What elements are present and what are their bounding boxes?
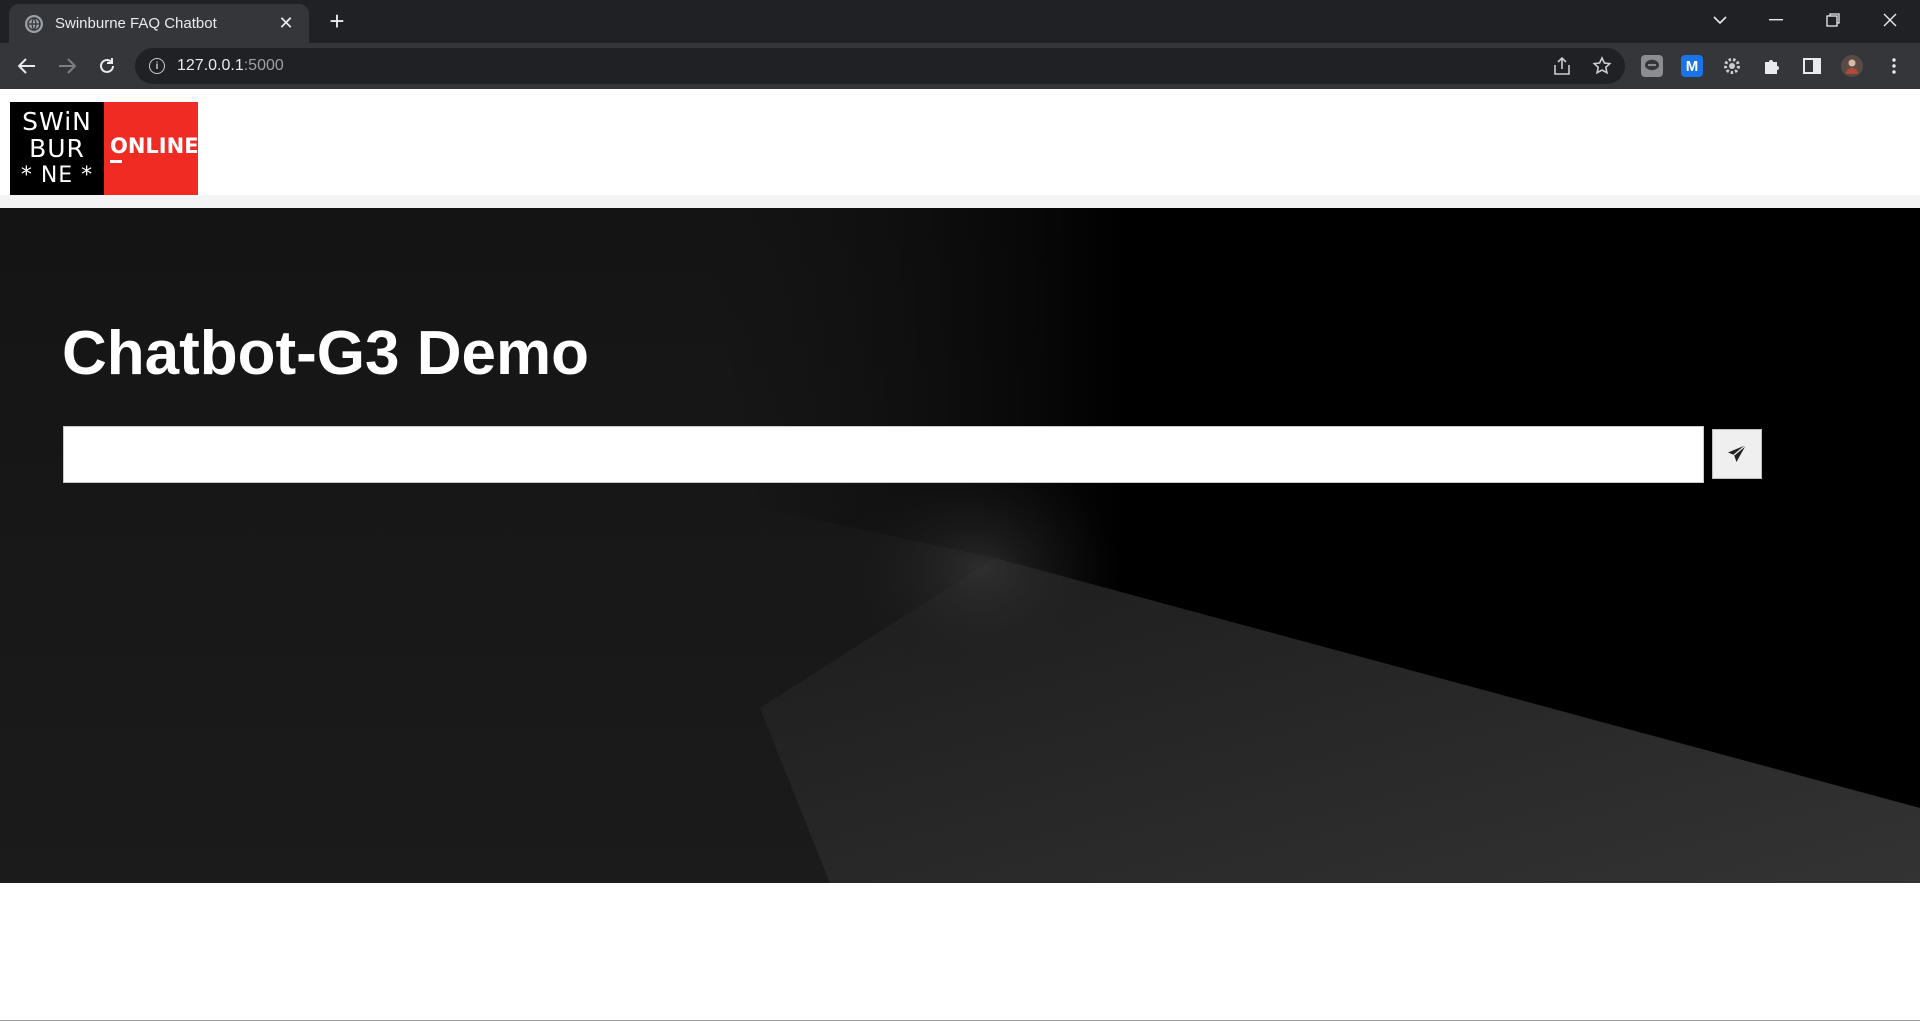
browser-menu-icon[interactable] xyxy=(1883,55,1905,77)
close-window-icon[interactable] xyxy=(1862,0,1918,40)
line-chat-icon[interactable] xyxy=(1641,55,1663,77)
site-header: SWiN BUR * NE * ONLINE xyxy=(0,89,1920,195)
paper-plane-icon xyxy=(1728,444,1747,462)
forward-icon[interactable] xyxy=(51,50,83,82)
avatar[interactable] xyxy=(1841,55,1863,77)
bookmark-star-icon[interactable] xyxy=(1591,55,1613,77)
browser-tab[interactable]: Swinburne FAQ Chatbot ✕ xyxy=(9,4,309,43)
swinburne-online-logo[interactable]: SWiN BUR * NE * ONLINE xyxy=(10,102,199,195)
hero-section: Chatbot-G3 Demo xyxy=(0,208,1920,883)
tab-title: Swinburne FAQ Chatbot xyxy=(55,15,217,32)
url-host: 127.0.0.1 xyxy=(177,57,244,74)
m-extension-icon[interactable]: M xyxy=(1681,55,1703,77)
browser-toolbar: i 127.0.0.1 :5000 M xyxy=(0,43,1920,89)
hero-background xyxy=(700,208,1920,883)
new-tab-button[interactable]: + xyxy=(323,8,351,36)
globe-icon xyxy=(25,14,43,33)
restore-icon[interactable] xyxy=(1805,0,1861,40)
tab-search-icon[interactable] xyxy=(1692,0,1748,40)
url-port: :5000 xyxy=(243,57,284,74)
send-button[interactable] xyxy=(1712,429,1762,479)
close-tab-icon[interactable]: ✕ xyxy=(275,13,297,35)
logo-online-badge: ONLINE xyxy=(104,102,199,195)
page-viewport: SWiN BUR * NE * ONLINE Chatbot-G3 Demo xyxy=(0,89,1920,1021)
back-icon[interactable] xyxy=(11,50,43,82)
header-divider xyxy=(0,195,1920,208)
chat-input[interactable] xyxy=(63,426,1704,483)
gear-extension-icon[interactable] xyxy=(1721,55,1743,77)
logo-wordmark: SWiN BUR * NE * xyxy=(10,102,104,195)
reload-icon[interactable] xyxy=(91,50,123,82)
share-icon[interactable] xyxy=(1551,55,1573,77)
minimize-icon[interactable] xyxy=(1748,0,1804,40)
browser-tab-bar: Swinburne FAQ Chatbot ✕ + xyxy=(0,0,1920,43)
site-info-icon[interactable]: i xyxy=(149,58,165,74)
page-title: Chatbot-G3 Demo xyxy=(62,319,589,388)
side-panel-icon[interactable] xyxy=(1801,55,1823,77)
address-bar[interactable]: i 127.0.0.1 :5000 xyxy=(135,48,1625,84)
puzzle-icon[interactable] xyxy=(1761,55,1783,77)
